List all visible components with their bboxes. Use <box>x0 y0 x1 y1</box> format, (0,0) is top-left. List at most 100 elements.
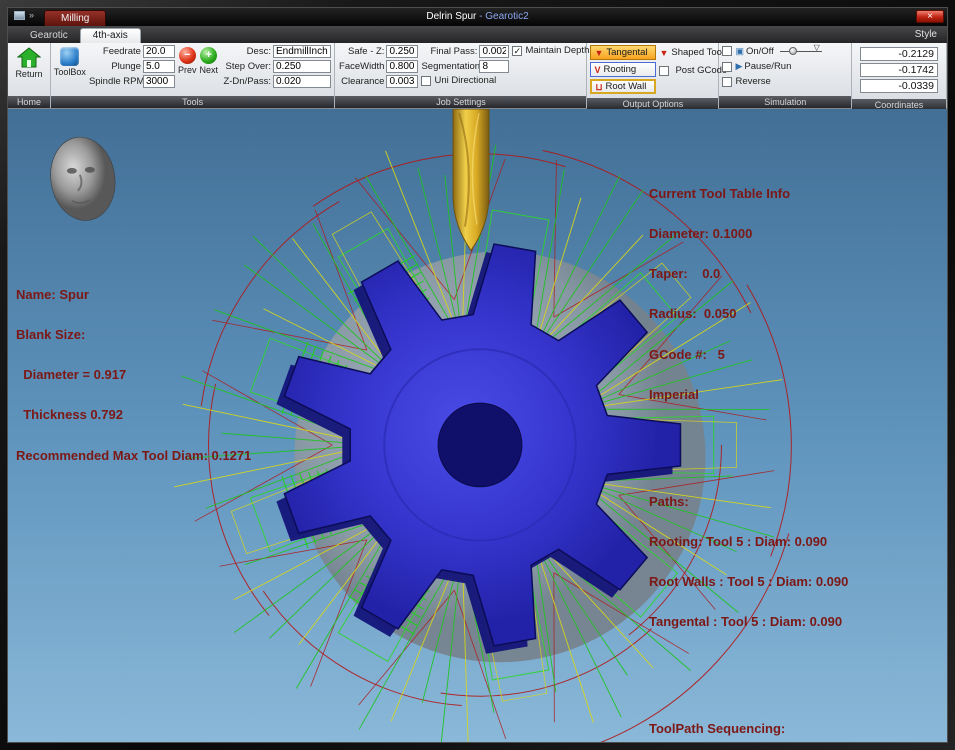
onoff-checkbox[interactable] <box>722 46 732 56</box>
return-label: Return <box>15 69 42 79</box>
desc-label: Desc: <box>221 46 271 57</box>
root-wall-button[interactable]: ⊔ Root Wall <box>590 79 656 94</box>
info-line: Current Tool Table Info <box>649 187 848 200</box>
step-over-label: Step Over: <box>221 61 271 72</box>
info-line: Root Walls : Tool 5 : Diam: 0.090 <box>649 575 848 588</box>
info-line: Paths: <box>649 495 848 508</box>
prev-tool-label: Prev <box>178 65 197 75</box>
spindle-rpm-input[interactable] <box>143 75 175 88</box>
close-button[interactable]: × <box>916 10 944 23</box>
info-line: Diameter: 0.1000 <box>649 227 848 240</box>
info-line: Name: Spur <box>16 288 251 301</box>
info-line: Rooting: Tool 5 : Diam: 0.090 <box>649 535 848 548</box>
reverse-label: Reverse <box>735 76 770 87</box>
onoff-label: On/Off <box>746 46 774 57</box>
ribbon-group-home: Return Home <box>8 43 51 108</box>
root-wall-icon: ⊔ <box>595 82 602 92</box>
maintain-depth-label: Maintain Depth <box>525 45 589 56</box>
post-gcode-row: Post GCode <box>659 63 727 78</box>
shaped-tool-icon: ▼ <box>659 48 668 58</box>
window-title: Delrin Spur - Gearotic2 <box>8 11 947 22</box>
post-gcode-checkbox[interactable] <box>659 66 669 76</box>
coordinate-x-readout: -0.2129 <box>860 47 938 61</box>
shaped-tool-button[interactable]: ▼ Shaped Tool <box>659 45 727 60</box>
feedrate-input[interactable] <box>143 45 175 58</box>
rooting-label: Rooting <box>603 64 636 75</box>
info-line: GCode #: 5 <box>649 348 848 361</box>
pause-run-checkbox[interactable] <box>722 62 732 72</box>
prev-tool-icon: − <box>179 47 196 64</box>
next-tool-button[interactable]: + Next <box>199 45 218 75</box>
monitor-icon: ▣ <box>735 46 744 57</box>
app-icon[interactable] <box>14 11 25 20</box>
tangental-icon: ▼ <box>594 48 603 58</box>
coordinate-y-readout: -0.1742 <box>860 63 938 77</box>
info-line: Recommended Max Tool Diam: 0.1271 <box>16 449 251 462</box>
z-dn-pass-input[interactable] <box>273 75 331 88</box>
clearance-label: Clearance <box>338 76 384 87</box>
info-line: Diameter = 0.917 <box>16 368 251 381</box>
ribbon-group-output-options: ▼ Tangental V Rooting ⊔ Root Wall ▼ <box>587 43 719 108</box>
tool-table-info-block: Current Tool Table Info Diameter: 0.1000… <box>649 160 848 428</box>
plunge-input[interactable] <box>143 60 175 73</box>
facewidth-input[interactable] <box>386 60 418 73</box>
tab-milling[interactable]: Milling <box>44 10 106 26</box>
step-over-input[interactable] <box>273 60 331 73</box>
slider-track <box>780 51 822 52</box>
clearance-input[interactable] <box>386 75 418 88</box>
info-line: Imperial <box>649 388 848 401</box>
slider-handle[interactable] <box>789 47 797 55</box>
rooting-button[interactable]: V Rooting <box>590 62 656 77</box>
final-pass-input[interactable] <box>479 45 509 58</box>
tab-4th-axis[interactable]: 4th-axis <box>80 28 141 43</box>
uni-directional-checkbox[interactable] <box>421 76 431 86</box>
sequencing-info-block: ToolPath Sequencing: First rotation of B… <box>649 695 848 742</box>
plunge-label: Plunge <box>89 61 141 72</box>
spindle-rpm-label: Spindle RPM <box>89 76 141 87</box>
info-line: Radius: 0.050 <box>649 307 848 320</box>
tab-gearotic[interactable]: Gearotic <box>18 29 80 43</box>
maintain-depth-checkbox[interactable]: ✓ <box>512 46 522 56</box>
app-window: » Milling Delrin Spur - Gearotic2 × Gear… <box>7 7 948 743</box>
prev-tool-button[interactable]: − Prev <box>178 45 197 75</box>
feedrate-label: Feedrate <box>89 46 141 57</box>
toolbox-icon <box>60 47 79 66</box>
group-caption-job-settings: Job Settings <box>335 96 586 108</box>
group-caption-home: Home <box>8 96 50 108</box>
quick-access-chevron-icon[interactable]: » <box>29 10 34 20</box>
toolbox-button[interactable]: ToolBox <box>54 45 86 77</box>
window-frame: » Milling Delrin Spur - Gearotic2 × Gear… <box>0 0 955 750</box>
ribbon-group-coordinates: -0.2129 -0.1742 -0.0339 Coordinates <box>852 43 947 108</box>
z-dn-pass-label: Z-Dn/Pass: <box>221 76 271 87</box>
safe-z-input[interactable] <box>386 45 418 58</box>
uni-directional-label: Uni Directional <box>434 75 496 86</box>
info-line: Thickness 0.792 <box>16 408 251 421</box>
style-menu[interactable]: Style <box>915 29 947 40</box>
return-button[interactable]: Return <box>15 45 42 79</box>
segmentation-input[interactable] <box>479 60 509 73</box>
titlebar: » Milling Delrin Spur - Gearotic2 × <box>8 8 947 26</box>
group-caption-tools: Tools <box>51 96 335 108</box>
tangental-label: Tangental <box>606 47 647 58</box>
info-line: Taper: 0.0 <box>649 267 848 280</box>
simulation-speed-slider[interactable]: ▽ <box>780 45 822 57</box>
desc-input[interactable] <box>273 45 331 58</box>
info-line: Blank Size: <box>16 328 251 341</box>
blank-info-text: Name: Spur Blank Size: Diameter = 0.917 … <box>16 261 251 489</box>
tool-info-text: Current Tool Table Info Diameter: 0.1000… <box>649 133 848 742</box>
ribbon-group-job-settings: Safe - Z: FaceWidth Clearance Final Pass… <box>335 43 587 108</box>
play-icon: ▶ <box>735 61 742 72</box>
root-wall-label: Root Wall <box>605 81 646 92</box>
coordinate-z-readout: -0.0339 <box>860 79 938 93</box>
window-title-app: - Gearotic2 <box>479 11 528 22</box>
facewidth-label: FaceWidth <box>338 61 384 72</box>
safe-z-label: Safe - Z: <box>338 46 384 57</box>
ribbon-group-simulation: ▣ On/Off ▽ ▶ Pause/Run Reverse <box>719 43 852 108</box>
tangental-button[interactable]: ▼ Tangental <box>590 45 656 60</box>
next-tool-icon: + <box>200 47 217 64</box>
viewport: Name: Spur Blank Size: Diameter = 0.917 … <box>8 109 947 742</box>
paths-info-block: Paths: Rooting: Tool 5 : Diam: 0.090 Roo… <box>649 468 848 656</box>
info-line: Tangental : Tool 5 : Diam: 0.090 <box>649 615 848 628</box>
reverse-checkbox[interactable] <box>722 77 732 87</box>
next-tool-label: Next <box>199 65 218 75</box>
